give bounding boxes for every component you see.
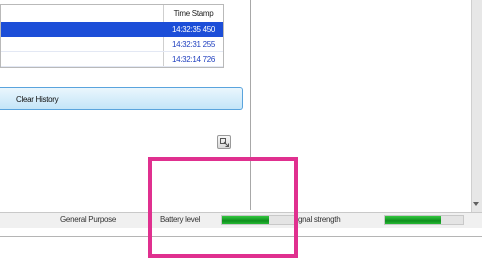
history-table: Time Stamp 14:32:35 450 14:32:31 255 14:… (0, 4, 224, 68)
row-time-stamp: 14:32:14 726 (171, 55, 216, 64)
row-time-stamp: 14:32:31 255 (171, 40, 216, 49)
signal-strength-fill (385, 216, 442, 224)
resize-icon (220, 138, 229, 147)
annotation-highlight-box (148, 157, 298, 258)
vertical-scrollbar[interactable] (471, 0, 482, 212)
signal-strength-bar (384, 215, 464, 225)
row-time-stamp: 14:32:35 450 (171, 25, 216, 34)
small-action-button[interactable] (217, 135, 231, 149)
table-row[interactable]: 14:32:31 255 (1, 37, 223, 52)
table-row[interactable]: 14:32:35 450 (1, 22, 223, 37)
status-mode: General Purpose (60, 215, 116, 224)
column-header-time-stamp[interactable]: Time Stamp (164, 5, 223, 22)
scroll-down-arrow-icon[interactable] (473, 201, 479, 207)
row-divider (1, 66, 223, 67)
signal-strength-label: gnal strength (298, 215, 341, 224)
clear-history-button[interactable]: Clear History (0, 87, 243, 110)
table-row[interactable]: 14:32:14 726 (1, 52, 223, 67)
